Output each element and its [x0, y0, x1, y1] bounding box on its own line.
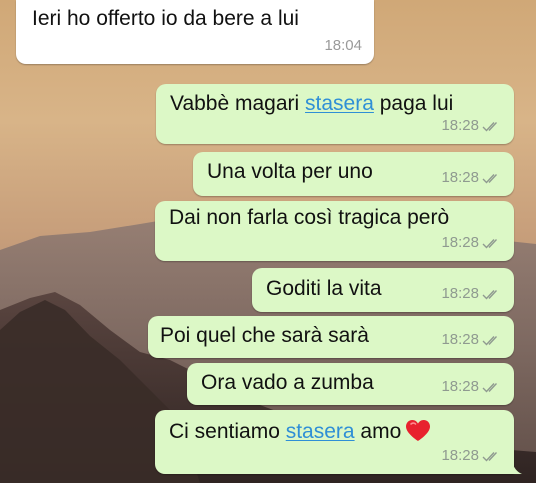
- message-time: 18:28: [441, 285, 479, 302]
- message-meta: 18:28: [441, 165, 502, 191]
- message-time: 18:28: [441, 234, 479, 251]
- message-text: Goditi la vita: [266, 277, 382, 300]
- message-meta: 18:28: [441, 327, 502, 353]
- message-time: 18:28: [441, 117, 479, 134]
- message-text: Vabbè magari stasera paga lui: [170, 91, 453, 117]
- message-text: Poi quel che sarà sarà: [160, 324, 369, 347]
- message-text: Ieri ho offerto io da bere a lui: [32, 7, 299, 30]
- outgoing-message[interactable]: Poi quel che sarà sarà 18:28: [148, 316, 514, 358]
- double-check-icon: [482, 382, 498, 393]
- message-time: 18:28: [441, 378, 479, 395]
- double-check-icon: [482, 451, 498, 462]
- message-text: Ci sentiamo stasera amo: [169, 419, 431, 445]
- bubble-tail: [512, 462, 522, 474]
- text-segment: amo: [354, 420, 402, 443]
- message-meta: 18:28: [441, 230, 502, 256]
- message-time: 18:28: [441, 169, 479, 186]
- text-segment: Vabbè magari: [170, 92, 306, 115]
- outgoing-message[interactable]: Una volta per uno 18:28: [193, 152, 514, 196]
- message-text: Dai non farla così tragica però: [169, 206, 450, 229]
- message-meta: 18:28: [441, 113, 502, 139]
- double-check-icon: [482, 121, 498, 132]
- message-text: Una volta per uno: [207, 160, 373, 183]
- message-meta: 18:28: [441, 443, 502, 469]
- double-check-icon: [482, 238, 498, 249]
- date-link[interactable]: stasera: [305, 92, 374, 115]
- outgoing-message[interactable]: Ci sentiamo stasera amo 18:28: [155, 410, 522, 474]
- red-heart-icon: [406, 420, 431, 441]
- text-segment: paga lui: [373, 92, 454, 115]
- message-list[interactable]: Ieri ho offerto io da bere a lui 18:04 V…: [0, 0, 536, 483]
- message-text: Ora vado a zumba: [201, 371, 374, 394]
- date-link[interactable]: stasera: [286, 420, 355, 443]
- message-time: 18:28: [441, 331, 479, 348]
- message-time: 18:28: [441, 447, 479, 464]
- double-check-icon: [482, 289, 498, 300]
- incoming-message[interactable]: Ieri ho offerto io da bere a lui 18:04: [16, 0, 374, 64]
- outgoing-message[interactable]: Vabbè magari stasera paga lui 18:28: [156, 84, 514, 144]
- outgoing-message[interactable]: Ora vado a zumba 18:28: [187, 363, 514, 405]
- outgoing-message[interactable]: Dai non farla così tragica però 18:28: [155, 201, 514, 261]
- double-check-icon: [482, 335, 498, 346]
- message-meta: 18:28: [441, 374, 502, 400]
- outgoing-message[interactable]: Goditi la vita 18:28: [252, 268, 514, 312]
- double-check-icon: [482, 173, 498, 184]
- message-meta: 18:28: [441, 281, 502, 307]
- text-segment: Ci sentiamo: [169, 420, 286, 443]
- message-meta: 18:04: [324, 33, 362, 59]
- message-time: 18:04: [324, 37, 362, 54]
